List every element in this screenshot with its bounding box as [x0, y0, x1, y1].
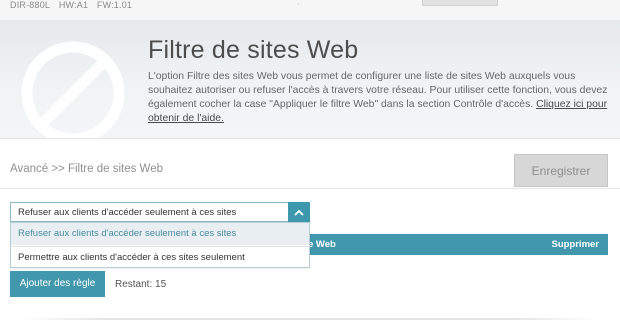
dropdown-option-deny[interactable]: Refuser aux clients d'accéder seulement …	[11, 223, 309, 245]
add-rule-button[interactable]: Ajouter des règle	[10, 271, 105, 297]
breadcrumb-row: Avancé >> Filtre de sites Web Enregistre…	[0, 154, 620, 189]
breadcrumb: Avancé >> Filtre de sites Web	[10, 163, 163, 175]
device-info: DIR-880L HW:A1 FW:1.01	[10, 0, 138, 10]
page-title: Filtre de sites Web	[148, 36, 359, 64]
firmware-version: FW:1.01	[96, 0, 133, 10]
delete-column-header: Supprimer	[551, 239, 599, 250]
page-description: L'option Filtre des sites Web vous perme…	[148, 70, 608, 126]
top-bar: DIR-880L HW:A1 FW:1.01	[0, 0, 620, 20]
device-model: DIR-880L	[10, 0, 51, 10]
top-divider	[298, 3, 299, 5]
bottom-divider	[20, 318, 600, 320]
filter-mode-dropdown: Refuser aux clients d'accéder seulement …	[10, 222, 310, 268]
filter-mode-select[interactable]: Refuser aux clients d'accéder seulement …	[10, 202, 310, 222]
save-button[interactable]: Enregistrer	[514, 154, 608, 187]
chevron-up-icon[interactable]	[288, 202, 310, 222]
dropdown-option-allow[interactable]: Permettre aux clients d'accéder à ces si…	[11, 246, 309, 268]
top-field[interactable]	[422, 0, 498, 6]
hardware-version: HW:A1	[58, 0, 89, 10]
page-banner: Filtre de sites Web L'option Filtre des …	[0, 20, 620, 139]
block-sign-icon	[21, 41, 125, 138]
remaining-count: Restant: 15	[115, 279, 167, 290]
url-column-header: e Web	[308, 239, 336, 250]
filter-mode-value: Refuser aux clients d'accéder seulement …	[18, 207, 237, 218]
